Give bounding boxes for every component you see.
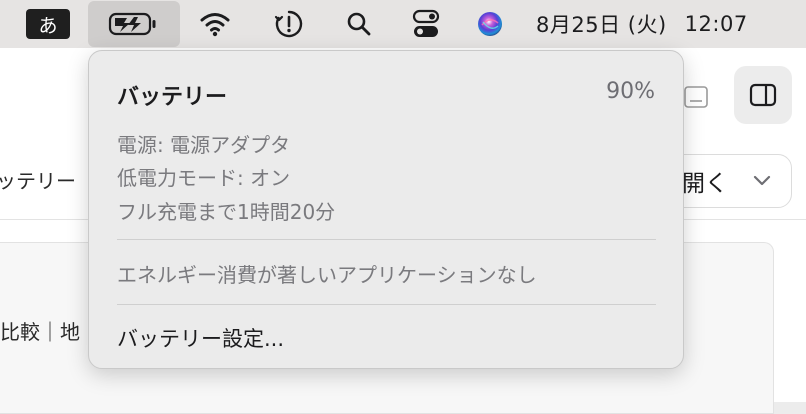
input-method-indicator[interactable]: あ	[26, 9, 70, 39]
battery-settings-menu-item[interactable]: バッテリー設定...	[117, 323, 284, 353]
popover-title: バッテリー	[117, 85, 228, 110]
open-button-label: 開く	[682, 171, 728, 197]
popover-divider	[117, 304, 656, 305]
battery-popover: バッテリー 90% 電源: 電源アダプタ 低電力モード: オン フル充電まで1時…	[88, 50, 684, 369]
time-to-full-text: フル充電まで1時間20分	[117, 200, 336, 224]
menu-bar-date: 8月25日 (火)	[536, 13, 667, 37]
siri-icon[interactable]	[474, 0, 506, 48]
chevron-down-icon	[752, 172, 772, 191]
battery-percentage: 90%	[606, 79, 655, 104]
search-icon[interactable]	[344, 0, 374, 48]
popover-divider	[117, 239, 656, 240]
no-heavy-apps-text: エネルギー消費が著しいアプリケーションなし	[117, 263, 537, 287]
menu-bar: あ 8月25日 (火) 12:07	[0, 0, 806, 48]
date-time[interactable]: 8月25日 (火) 12:07	[536, 0, 748, 48]
battery-charging-icon	[108, 12, 156, 36]
sidebar-icon	[749, 83, 777, 107]
background-sidebar-label[interactable]: ッテリー	[0, 165, 76, 194]
alert-circle-icon[interactable]	[272, 0, 306, 48]
menu-bar-time: 12:07	[684, 12, 748, 36]
keyboard-icon[interactable]	[684, 86, 708, 112]
power-source-text: 電源: 電源アダプタ	[117, 133, 291, 157]
sidebar-toggle-button[interactable]	[734, 66, 792, 124]
battery-menu-button[interactable]	[88, 1, 180, 47]
control-center-icon[interactable]	[410, 0, 442, 48]
background-compare-label: 比較｜地	[0, 320, 80, 344]
wifi-icon[interactable]	[196, 0, 234, 48]
low-power-mode-text: 低電力モード: オン	[117, 166, 291, 190]
